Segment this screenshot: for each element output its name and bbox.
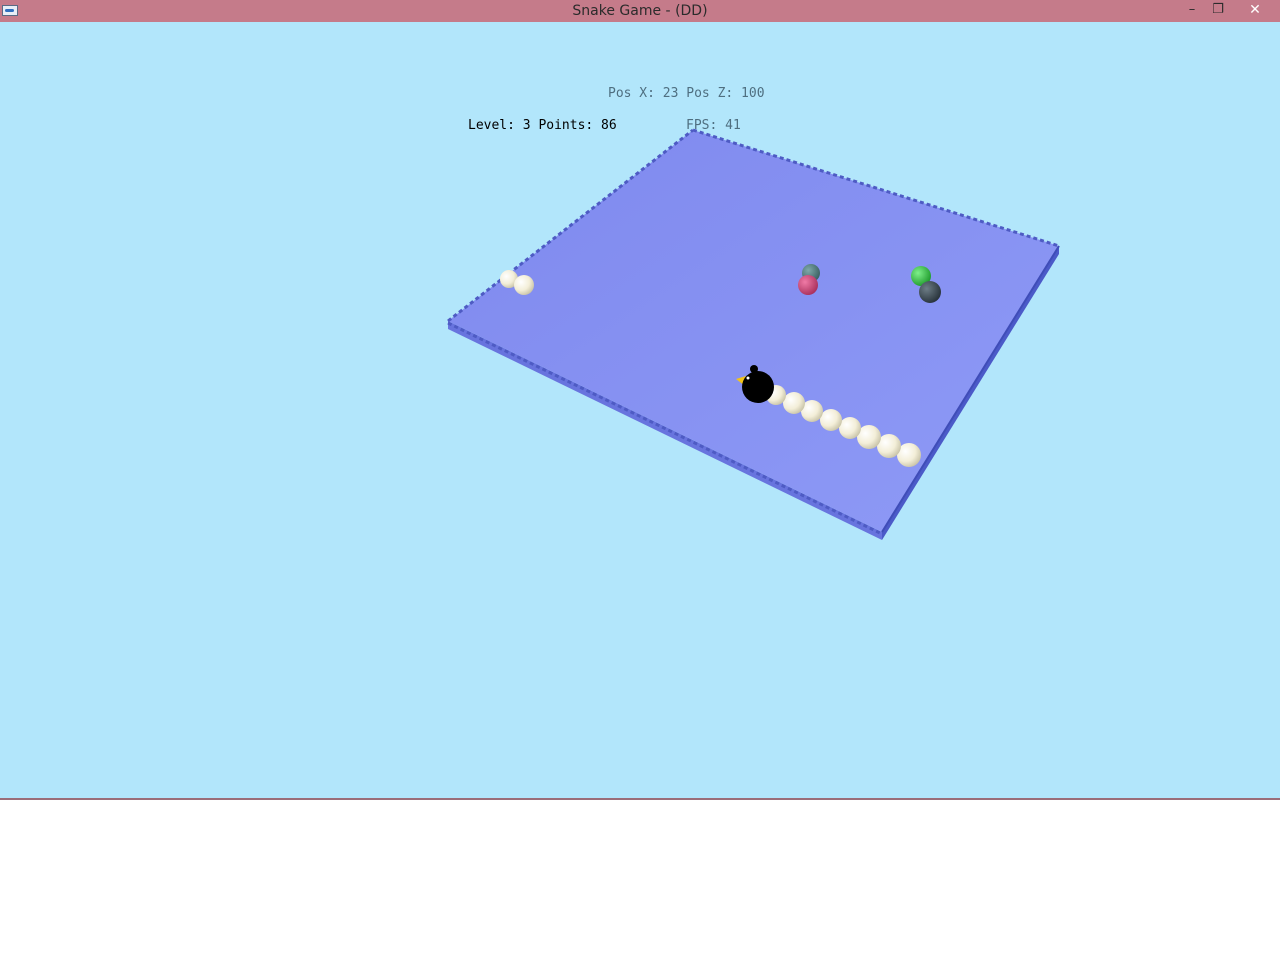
window-title: Snake Game - (DD) (572, 3, 708, 19)
pink-food-ball (798, 275, 818, 295)
title-bar: Snake Game - (DD) – ❐ ✕ (0, 0, 1280, 22)
level-points-readout: Level: 3 Points: 86 (468, 118, 617, 133)
window-bottom-border (0, 798, 1280, 800)
minimize-button[interactable]: – (1179, 0, 1205, 22)
close-button[interactable]: ✕ (1232, 0, 1278, 22)
dark-ball (919, 281, 941, 303)
game-scene (447, 128, 1060, 540)
other-snake-segment (514, 275, 534, 295)
fps-readout: FPS: 41 (686, 118, 741, 133)
snake-body-segment (783, 392, 805, 414)
game-viewport[interactable]: Pos X: 23 Pos Z: 100 Level: 3 Points: 86… (0, 22, 1280, 798)
position-readout: Pos X: 23 Pos Z: 100 (608, 86, 765, 101)
maximize-button[interactable]: ❐ (1205, 0, 1231, 22)
snake-body-segment (820, 409, 842, 431)
snake-body-segment (839, 417, 861, 439)
